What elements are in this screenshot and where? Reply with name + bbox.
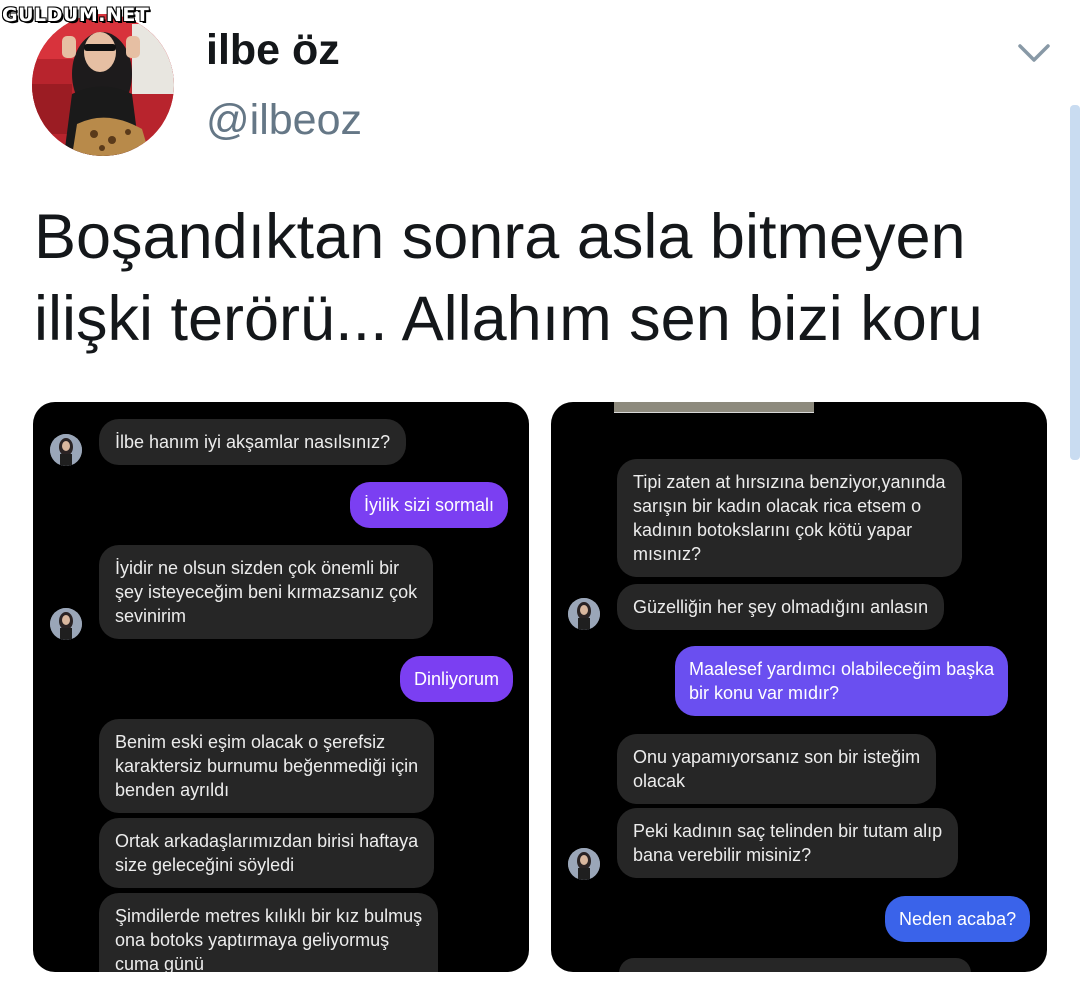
chat-message: Benim eski eşim olacak o şerefsiz karakt… (99, 719, 435, 813)
chat-message-sent: İyilik sizi sormalı (350, 482, 509, 528)
user-handle[interactable]: @ilbeoz (206, 96, 362, 145)
chevron-down-icon[interactable] (1016, 38, 1052, 66)
message-line: Peki kadının saç telinden bir tutam alıp (633, 821, 943, 841)
chat-message: Tipi zaten at hırsızına benziyor,yanında… (617, 459, 962, 577)
chat-message: İlbe hanım iyi akşamlar nasılsınız? (99, 419, 407, 465)
chat-screenshot-right[interactable]: Tipi zaten at hırsızına benziyor,yanında… (551, 402, 1047, 972)
message-line: olacak (633, 771, 686, 791)
chat-message: Güzelliğin her şey olmadığını anlasın (617, 584, 945, 630)
tweet-text: Boşandıktan sonra asla bitmeyen ilişki t… (34, 196, 1044, 360)
message-line: bana verebilir misiniz? (633, 845, 812, 865)
message-line: Ortak arkadaşlarımızdan birisi haftaya (115, 831, 419, 851)
display-name[interactable]: ilbe öz (206, 26, 340, 75)
message-line: İlbe hanım iyi akşamlar nasılsınız? (115, 432, 391, 452)
message-line: Şimdilerde metres kılıklı bir kız bulmuş (115, 906, 423, 926)
message-line: size geleceğini söyledi (115, 855, 295, 875)
chat-message: Onu yapamıyorsanız son bir isteğim olaca… (617, 734, 937, 804)
chat-avatar (50, 608, 82, 640)
message-line: bir konu var mıdır? (689, 683, 840, 703)
message-line: Neden acaba? (899, 909, 1017, 929)
chat-message: İyidir ne olsun sizden çok önemli bir şe… (99, 545, 434, 639)
tweet-line-2: ilişki terörü... Allahım sen bizi koru (34, 284, 983, 354)
message-line: İyilik sizi sormalı (364, 495, 495, 515)
avatar-photo (32, 14, 174, 156)
chat-message: Peki kadının saç telinden bir tutam alıp… (617, 808, 959, 878)
chat-message-sent: Neden acaba? (885, 896, 1031, 942)
message-line: karaktersiz burnumu beğenmediği için (115, 756, 419, 776)
chat-screenshot-left[interactable]: İlbe hanım iyi akşamlar nasılsınız? İyil… (33, 402, 529, 972)
message-line: şey isteyeceğim beni kırmazsanız çok (115, 582, 418, 602)
chat-message: Şimdilerde metres kılıklı bir kız bulmuş… (99, 893, 439, 972)
message-line: Onu yapamıyorsanız son bir isteğim (633, 747, 921, 767)
shared-photo-edge (614, 402, 814, 413)
tweet-screenshot: GULDUM.NET ilbe öz @ilbeoz Boşandıktan s… (0, 0, 1080, 998)
message-line: ona botoks yaptırmaya geliyormuş (115, 930, 390, 950)
chat-avatar (50, 434, 82, 466)
watermark-logo: GULDUM.NET (2, 4, 150, 26)
message-line: Güzelliğin her şey olmadığını anlasın (633, 597, 929, 617)
message-line: sevinirim (115, 606, 187, 626)
message-line: Benim eski eşim olacak o şerefsiz (115, 732, 386, 752)
message-line: Maalesef yardımcı olabileceğim başka (689, 659, 995, 679)
message-line: cuma günü (115, 954, 205, 972)
message-line: kadının botokslarını çok kötü yapar (633, 520, 913, 540)
chat-message-sent: Maalesef yardımcı olabileceğim başka bir… (675, 646, 1009, 716)
message-line: benden ayrıldı (115, 780, 230, 800)
chat-avatar (568, 598, 600, 630)
chat-message: Ortak arkadaşlarımızdan birisi haftaya s… (99, 818, 435, 888)
chat-message-partial (619, 958, 971, 972)
chat-message-sent: Dinliyorum (400, 656, 514, 702)
tweet-line-1: Boşandıktan sonra asla bitmeyen (34, 202, 966, 272)
chat-avatar (568, 848, 600, 880)
scrollbar[interactable] (1070, 105, 1080, 460)
message-line: mısınız? (633, 544, 702, 564)
message-line: İyidir ne olsun sizden çok önemli bir (115, 558, 400, 578)
message-line: Tipi zaten at hırsızına benziyor,yanında (633, 472, 946, 492)
message-line: Dinliyorum (414, 669, 500, 689)
message-line: sarışın bir kadın olacak rica etsem o (633, 496, 922, 516)
profile-avatar[interactable] (32, 14, 174, 156)
